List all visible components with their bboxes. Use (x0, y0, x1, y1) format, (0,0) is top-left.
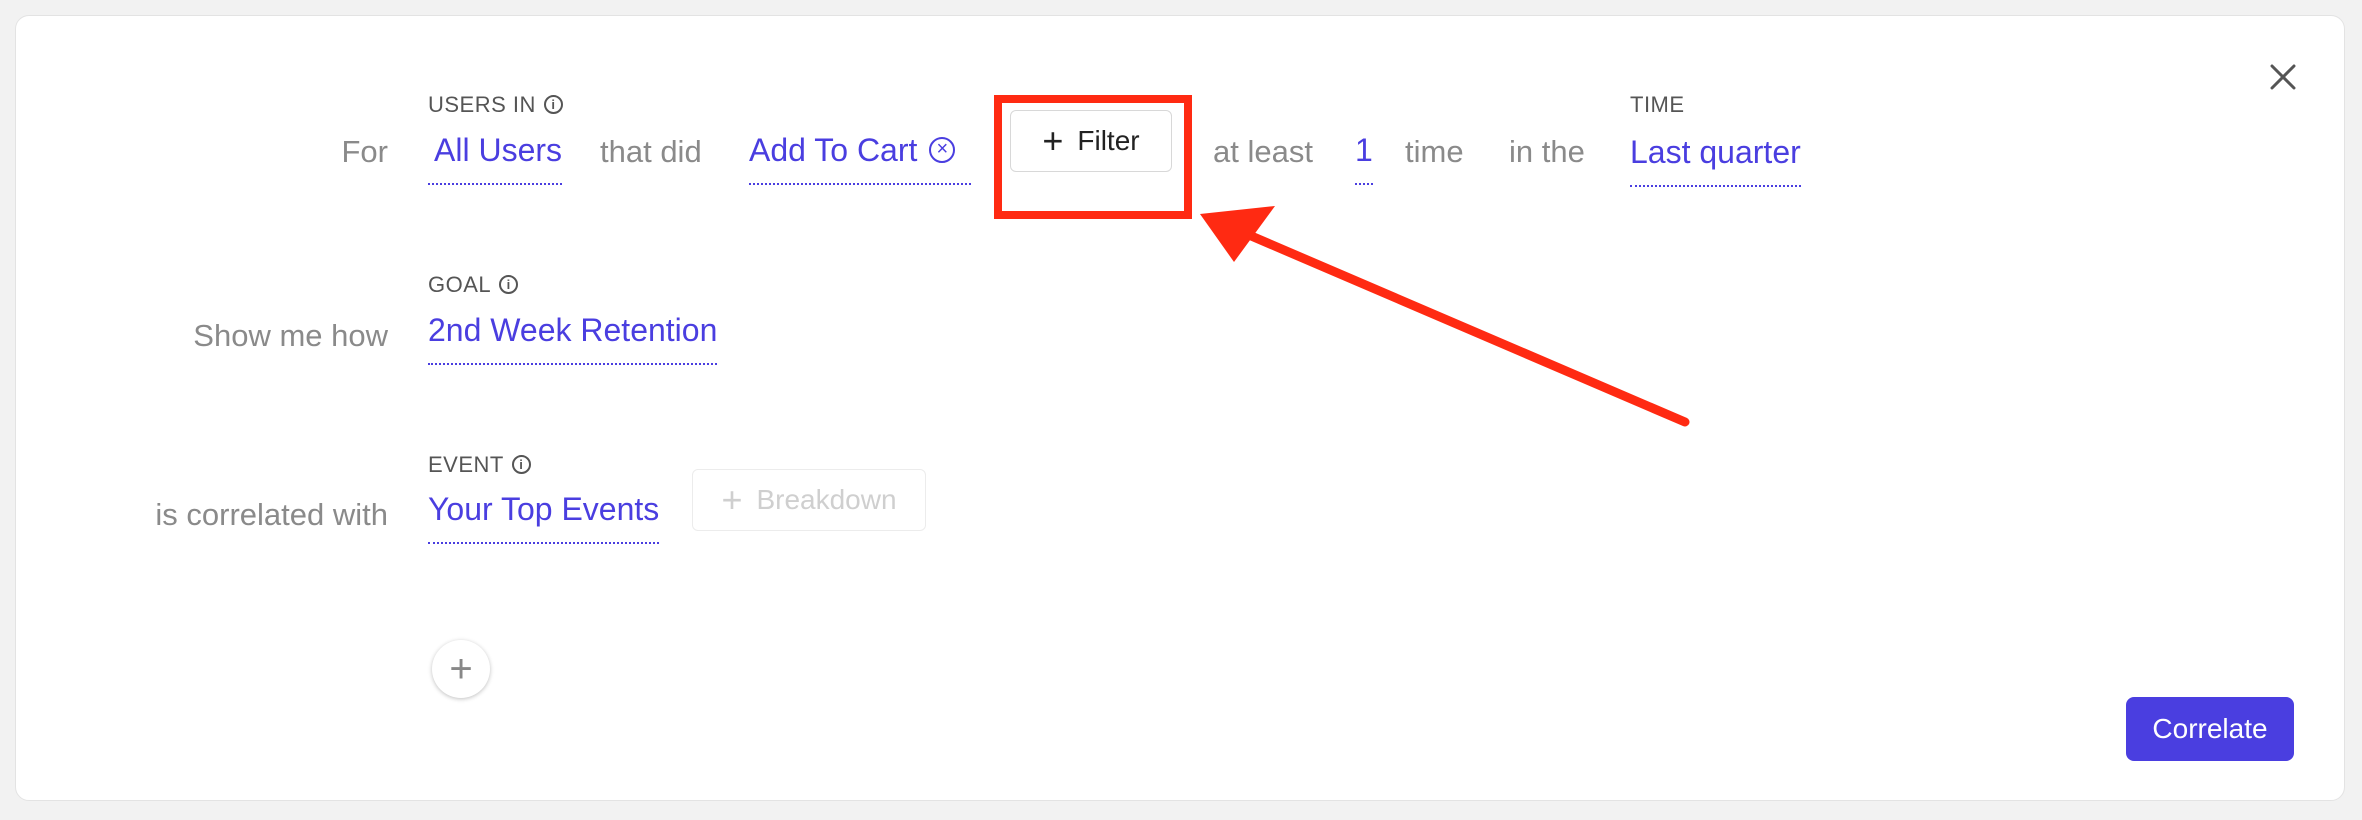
goal-label-group: GOAL i (428, 272, 519, 298)
add-row-button[interactable]: + (432, 640, 490, 698)
time-value: Last quarter (1630, 134, 1801, 170)
info-icon[interactable]: i (499, 274, 519, 294)
top-events-selector[interactable]: Your Top Events (428, 491, 660, 544)
goal-selector[interactable]: 2nd Week Retention (428, 312, 718, 365)
show-me-how-label: Show me how (193, 318, 388, 353)
users-selector[interactable]: All Users (428, 132, 563, 185)
breakdown-button[interactable]: + Breakdown (692, 469, 926, 531)
top-events-value: Your Top Events (428, 491, 660, 527)
highlight-box (994, 95, 1192, 219)
clear-circle-icon[interactable]: × (929, 136, 956, 163)
correlate-button[interactable]: Correlate (2126, 697, 2294, 761)
users-in-label: USERS IN (428, 92, 536, 117)
goal-value: 2nd Week Retention (428, 312, 718, 348)
for-label: For (341, 134, 389, 169)
time-word: time (1405, 134, 1464, 169)
goal-label: GOAL (428, 272, 492, 297)
event-selector[interactable]: Add To Cart × (749, 132, 971, 185)
at-least-label: at least (1213, 134, 1313, 169)
event-label: EVENT (428, 452, 504, 477)
time-selector[interactable]: Last quarter (1630, 134, 1801, 187)
info-icon[interactable]: i (543, 94, 563, 114)
plus-icon: + (721, 479, 743, 520)
breakdown-button-label: Breakdown (756, 484, 897, 515)
event-label-group: EVENT i (428, 452, 531, 478)
that-did-label: that did (600, 134, 702, 169)
info-icon[interactable]: i (511, 454, 531, 474)
in-the-label: in the (1509, 134, 1585, 169)
correlate-button-label: Correlate (2152, 713, 2268, 744)
annotation-arrow (1200, 206, 1690, 427)
close-icon[interactable] (2266, 60, 2300, 94)
time-label: TIME (1630, 92, 1685, 117)
users-in-label-group: USERS IN i (428, 92, 563, 118)
correlated-with-label: is correlated with (155, 497, 388, 532)
users-value: All Users (434, 132, 563, 168)
count-selector[interactable]: 1 (1355, 132, 1373, 185)
event-value: Add To Cart (749, 132, 918, 168)
plus-icon: + (449, 646, 473, 691)
count-value: 1 (1355, 132, 1373, 168)
